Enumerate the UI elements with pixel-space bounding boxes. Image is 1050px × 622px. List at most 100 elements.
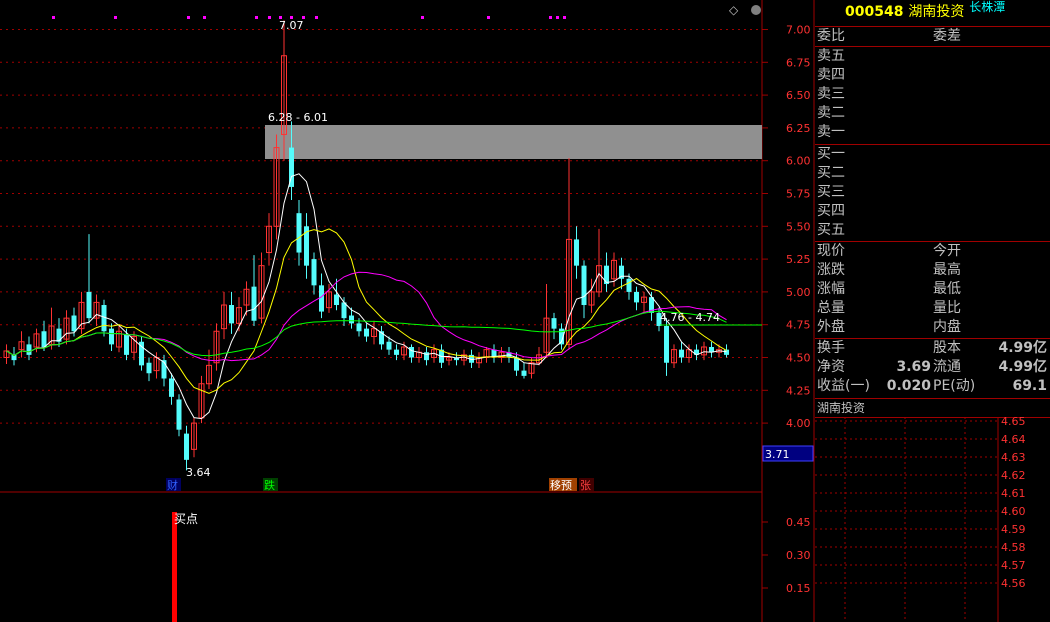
signal-dot xyxy=(203,16,206,19)
candle-body xyxy=(124,333,129,355)
candle-body xyxy=(356,323,362,332)
quote-label: 内盘 xyxy=(933,319,961,335)
candle-body xyxy=(41,331,47,348)
event-tag-label: 跌 xyxy=(264,478,275,492)
sell-level-label: 卖二 xyxy=(817,105,845,121)
candle-body xyxy=(296,213,302,253)
quote-label: 现价 xyxy=(817,243,845,259)
signal-dot xyxy=(255,16,258,19)
candle-body xyxy=(251,286,257,321)
price-axis: 7.00 6.75 6.50 6.25 6.00 5.75 5.50 5.25 5.00 4.75… xyxy=(762,24,811,430)
candle-body xyxy=(311,259,317,286)
buy-level-label: 买三 xyxy=(817,184,845,200)
mini-tick-label: 4.62 xyxy=(1001,469,1026,482)
gap-label: 6.28 - 6.01 xyxy=(268,111,328,124)
mini-chart-title: 湖南投资 xyxy=(817,401,866,415)
quote-label: 涨跌 xyxy=(817,262,845,278)
price-tick-label: 6.50 xyxy=(786,89,811,102)
candle-body xyxy=(521,370,527,376)
price-tick-label: 6.75 xyxy=(786,56,811,69)
candle-body xyxy=(551,318,557,329)
event-tag-label: 张 xyxy=(580,479,591,492)
kline-chart[interactable]: 7.00 6.75 6.50 6.25 6.00 5.75 5.50 5.25 5.00 4.75… xyxy=(0,0,815,622)
candle-body xyxy=(386,341,392,350)
price-tick-label: 4.50 xyxy=(786,352,811,365)
candle-body xyxy=(574,239,579,266)
signal-dot xyxy=(421,16,424,19)
signal-dot xyxy=(187,16,190,19)
price-tick-label: 5.50 xyxy=(786,220,811,233)
stock-name: 湖南投资 xyxy=(908,4,965,20)
candle-body xyxy=(176,399,182,430)
signal-dot xyxy=(487,16,490,19)
sell-level-label: 卖五 xyxy=(817,48,845,64)
candle-body xyxy=(409,347,414,358)
candle-body xyxy=(229,305,234,324)
price-tick-label: 6.00 xyxy=(786,155,811,168)
quote-label: 今开 xyxy=(933,243,961,259)
quote-label: 最高 xyxy=(933,262,961,278)
candle-body xyxy=(146,362,152,374)
price-tick-label: 5.00 xyxy=(786,286,811,299)
high-label: 7.07 xyxy=(279,19,304,32)
mini-tick-label: 4.58 xyxy=(1001,541,1026,554)
signal-dot xyxy=(268,16,271,19)
mini-tick-label: 4.65 xyxy=(1001,417,1026,428)
mini-tick-label: 4.64 xyxy=(1001,433,1026,446)
buy-level-label: 买一 xyxy=(817,146,845,162)
price-tick-label: 5.25 xyxy=(786,253,811,266)
price-tick-label: 6.25 xyxy=(786,122,811,135)
candle-body xyxy=(364,328,369,337)
candle-body xyxy=(169,378,174,397)
quote-label: 外盘 xyxy=(817,319,845,335)
quote-panel: 000548 湖南投资 长株潭 委比 委差 卖五 卖四 卖三 卖二 卖一 买一 买二 买三买… xyxy=(815,0,1050,622)
candle-body xyxy=(184,433,189,460)
event-tag-label: 移预 xyxy=(550,479,572,492)
candle-body xyxy=(724,349,729,355)
mini-tick-label: 4.57 xyxy=(1001,559,1026,572)
buy-level-label: 买四 xyxy=(817,203,845,219)
candlesticks xyxy=(3,20,729,471)
fund-value: 4.99亿 xyxy=(998,340,1047,356)
candle-body xyxy=(664,326,669,363)
quote-label: 最低 xyxy=(933,281,961,297)
divider xyxy=(815,46,1050,47)
candle-body xyxy=(334,294,339,306)
candle-body xyxy=(109,328,114,345)
indicator-tick-label: 0.15 xyxy=(786,582,811,595)
close-circle-icon[interactable] xyxy=(751,5,761,15)
event-tags: 财 跌 移预张 xyxy=(166,478,594,492)
ma-line xyxy=(6,173,727,420)
diamond-icon[interactable]: ◇ xyxy=(729,3,739,17)
ma-line xyxy=(6,271,727,362)
candle-body xyxy=(634,291,639,303)
fund-value: 69.1 xyxy=(1012,378,1047,394)
weicha-label: 委差 xyxy=(933,28,961,44)
gap-band xyxy=(265,125,762,159)
current-price-text: 3.71 xyxy=(765,448,790,461)
moving-averages xyxy=(6,173,762,420)
buy-level-label: 买二 xyxy=(817,165,845,181)
sell-level-label: 卖一 xyxy=(817,124,845,140)
signal-dot xyxy=(52,16,55,19)
candle-body xyxy=(581,265,587,306)
indicator-tick-label: 0.30 xyxy=(786,549,811,562)
indicator-tick-label: 0.45 xyxy=(786,516,811,529)
quote-label: 量比 xyxy=(933,300,961,316)
candle-body xyxy=(514,357,519,371)
candle-body xyxy=(679,349,684,358)
mini-tick-label: 4.56 xyxy=(1001,577,1026,590)
signal-dot xyxy=(563,16,566,19)
price-tick-label: 4.75 xyxy=(786,319,811,332)
quote-label: 总量 xyxy=(817,300,845,316)
gap2-label: 4.76 - 4.74 xyxy=(660,311,720,324)
candle-body xyxy=(349,315,354,324)
candle-body xyxy=(394,349,399,355)
mini-tick-label: 4.61 xyxy=(1001,487,1026,500)
low-label: 3.64 xyxy=(186,466,211,479)
stock-code: 000548 xyxy=(845,4,904,20)
candle-body xyxy=(626,278,632,292)
indicator-axis: 0.45 0.30 0.15 xyxy=(762,516,811,595)
candle-body xyxy=(604,265,609,285)
mini-tick-label: 4.59 xyxy=(1001,523,1026,536)
